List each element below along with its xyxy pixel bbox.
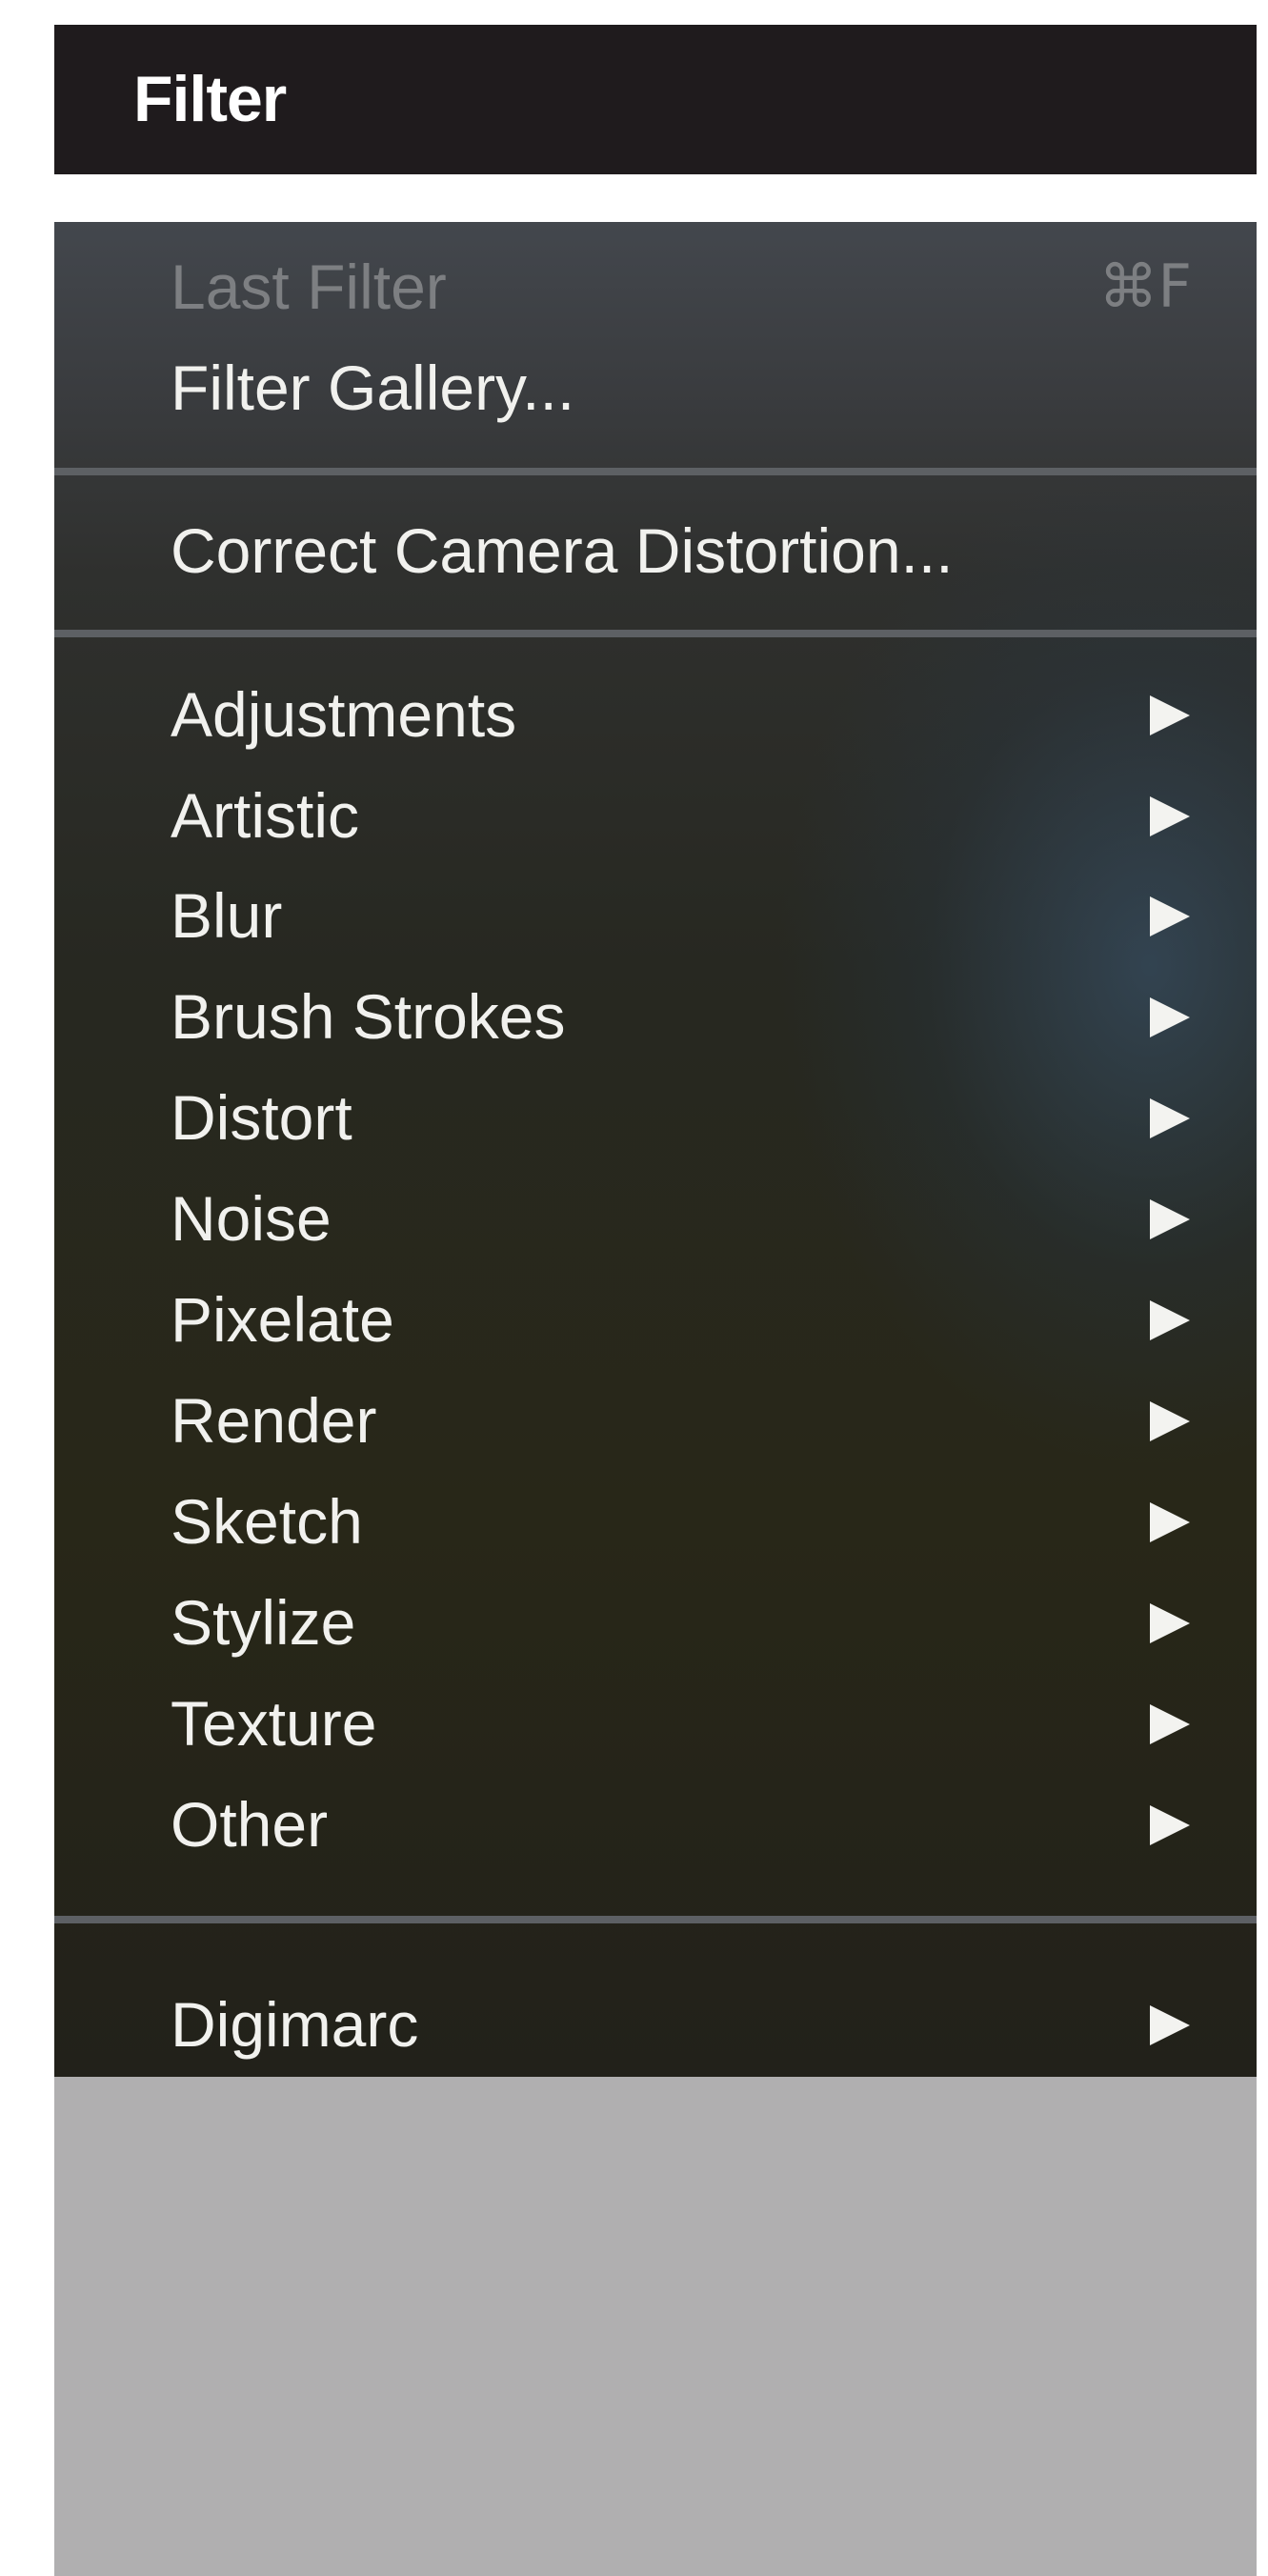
- menu-item-digimarc[interactable]: Digimarc: [54, 1977, 1257, 2072]
- menu-item-label: Filter Gallery...: [171, 352, 575, 423]
- menu-item-stylize[interactable]: Stylize: [54, 1575, 1257, 1670]
- filter-dropdown-menu: Last Filter ⌘F Filter Gallery... Correct…: [54, 222, 1257, 2077]
- menu-item-label: Blur: [171, 880, 283, 951]
- triangle-right-icon: [1150, 695, 1190, 735]
- triangle-right-icon: [1150, 796, 1190, 836]
- menu-item-label: Adjustments: [171, 679, 517, 750]
- menu-item-render[interactable]: Render: [54, 1373, 1257, 1468]
- menu-item-sketch[interactable]: Sketch: [54, 1474, 1257, 1569]
- menu-separator: [54, 468, 1257, 475]
- triangle-right-icon: [1150, 896, 1190, 936]
- menu-item-other[interactable]: Other: [54, 1777, 1257, 1872]
- menu-item-label: Distort: [171, 1082, 352, 1153]
- triangle-right-icon: [1150, 2005, 1190, 2045]
- menu-item-brush-strokes[interactable]: Brush Strokes: [54, 969, 1257, 1064]
- menu-item-label: Brush Strokes: [171, 981, 566, 1052]
- menu-item-label: Artistic: [171, 780, 359, 851]
- menu-item-label: Sketch: [171, 1486, 363, 1557]
- triangle-right-icon: [1150, 1098, 1190, 1138]
- menu-item-label: Noise: [171, 1183, 332, 1254]
- menu-separator: [54, 1916, 1257, 1923]
- menu-item-label: Other: [171, 1789, 329, 1860]
- menu-item-filter-gallery[interactable]: Filter Gallery...: [54, 340, 1257, 435]
- menu-item-label: Correct Camera Distortion...: [171, 515, 954, 586]
- triangle-right-icon: [1150, 1300, 1190, 1340]
- menu-item-noise[interactable]: Noise: [54, 1171, 1257, 1266]
- triangle-right-icon: [1150, 1502, 1190, 1542]
- triangle-right-icon: [1150, 1704, 1190, 1744]
- menu-bar: Filter: [54, 25, 1257, 174]
- triangle-right-icon: [1150, 1199, 1190, 1239]
- menu-separator: [54, 630, 1257, 637]
- menu-item-correct-camera-distortion[interactable]: Correct Camera Distortion...: [54, 503, 1257, 598]
- menu-item-distort[interactable]: Distort: [54, 1070, 1257, 1165]
- menu-item-adjustments[interactable]: Adjustments: [54, 667, 1257, 762]
- menu-item-blur[interactable]: Blur: [54, 868, 1257, 963]
- menu-item-label: Texture: [171, 1688, 377, 1759]
- menu-item-label: Render: [171, 1385, 377, 1456]
- triangle-right-icon: [1150, 997, 1190, 1037]
- menu-bar-title-filter[interactable]: Filter: [133, 25, 287, 174]
- triangle-right-icon: [1150, 1603, 1190, 1643]
- menu-item-texture[interactable]: Texture: [54, 1676, 1257, 1771]
- menu-footer-area: [54, 2077, 1257, 2576]
- shortcut-label: ⌘F: [1098, 252, 1192, 321]
- triangle-right-icon: [1150, 1805, 1190, 1845]
- menu-item-label: Pixelate: [171, 1284, 394, 1355]
- menu-item-last-filter: Last Filter ⌘F: [54, 239, 1257, 334]
- menu-item-label: Last Filter: [171, 252, 447, 322]
- menu-item-label: Digimarc: [171, 1989, 419, 2060]
- menu-item-artistic[interactable]: Artistic: [54, 768, 1257, 863]
- menu-item-label: Stylize: [171, 1587, 356, 1658]
- menu-item-pixelate[interactable]: Pixelate: [54, 1272, 1257, 1367]
- triangle-right-icon: [1150, 1401, 1190, 1441]
